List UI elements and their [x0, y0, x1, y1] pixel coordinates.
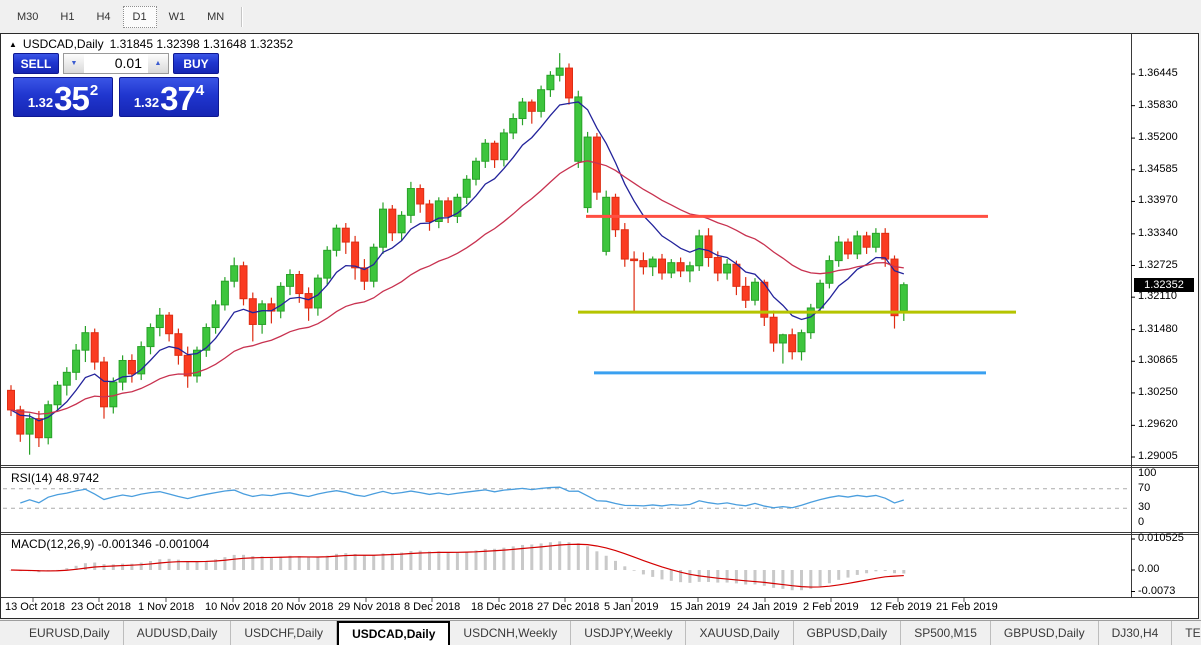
chart-window: ▲ USDCAD,Daily 1.31845 1.32398 1.31648 1…: [0, 33, 1199, 619]
date-axis-label: 24 Jan 2019: [737, 601, 798, 613]
date-axis-label: 21 Feb 2019: [936, 601, 998, 613]
analysis-level-lines: [578, 214, 1016, 375]
chart-tab-usdjpy-weekly[interactable]: USDJPY,Weekly: [571, 621, 687, 645]
trade-price-row: 1.32 35 2 1.32 37 4: [13, 77, 219, 117]
chart-tab-gbpusd-daily[interactable]: GBPUSD,Daily: [991, 621, 1099, 645]
collapse-triangle-icon[interactable]: ▲: [9, 40, 17, 49]
rsi-level-lines: [3, 488, 1129, 509]
price-axis-label: 1.29005: [1138, 450, 1178, 462]
price-axis-ticks: [1131, 73, 1135, 593]
date-axis-label: 2 Feb 2019: [803, 601, 859, 613]
chart-tab-usdcnh-weekly[interactable]: USDCNH,Weekly: [450, 621, 572, 645]
ma-slow-line: [10, 160, 904, 415]
price-axis-label: 1.33340: [1138, 226, 1178, 239]
date-axis-label: 12 Feb 2019: [870, 601, 932, 613]
price-axis-label: 1.30250: [1138, 385, 1178, 398]
date-axis-label: 1 Nov 2018: [138, 601, 195, 613]
lot-size-stepper: ▼ 0.01 ▲: [63, 53, 169, 74]
timeframe-button-H4[interactable]: H4: [86, 6, 120, 28]
chart-ohlc-values: 1.31845 1.32398 1.31648 1.32352: [109, 37, 294, 51]
price-axis-label: 1.35830: [1138, 98, 1178, 111]
chart-tab-audusd-daily[interactable]: AUDUSD,Daily: [124, 621, 232, 645]
chart-tab-gbpusd-daily[interactable]: GBPUSD,Daily: [794, 621, 902, 645]
toolbar-separator: [241, 6, 244, 27]
timeframe-button-H1[interactable]: H1: [50, 6, 84, 28]
chart-tab-sp500-m15[interactable]: SP500,M15: [901, 621, 991, 645]
macd-axis-label: 0.00: [1138, 563, 1160, 575]
buy-price-main: 37: [160, 79, 196, 117]
chart-tab-dj30-h4[interactable]: DJ30,H4: [1099, 621, 1173, 645]
rsi-axis-label: 0: [1138, 516, 1145, 528]
date-axis-label: 10 Nov 2018: [205, 601, 268, 613]
rsi-line: [20, 486, 904, 509]
timeframe-button-W1[interactable]: W1: [159, 6, 196, 28]
price-axis-label: 1.31480: [1138, 322, 1178, 335]
sell-price-main: 35: [54, 79, 90, 117]
buy-price-prefix: 1.32: [133, 95, 160, 110]
date-axis-label: 8 Dec 2018: [404, 601, 461, 613]
trade-controls-row: SELL ▼ 0.01 ▲ BUY: [13, 53, 219, 74]
chart-tab-eurusd-daily[interactable]: EURUSD,Daily: [16, 621, 124, 645]
rsi-axis-label: 70: [1138, 481, 1151, 494]
lot-increase-icon[interactable]: ▲: [148, 54, 168, 73]
chart-tab-xauusd-daily[interactable]: XAUUSD,Daily: [686, 621, 794, 645]
rsi-indicator-label: RSI(14) 48.9742: [11, 471, 100, 485]
date-axis-label: 13 Oct 2018: [5, 601, 65, 613]
macd-axis-label: -0.0073: [1138, 584, 1176, 597]
sell-price-pip: 2: [89, 82, 99, 99]
timeframe-button-MN[interactable]: MN: [197, 6, 234, 28]
pane-separators: [1, 34, 1198, 598]
chart-symbol-label: USDCAD,Daily: [22, 37, 104, 51]
one-click-trading-panel: SELL ▼ 0.01 ▲ BUY 1.32 35 2 1.32 37 4: [13, 53, 219, 117]
ma-fast-line: [10, 101, 905, 422]
date-axis-label: 20 Nov 2018: [271, 601, 334, 613]
timeframe-button-D1[interactable]: D1: [122, 5, 157, 28]
price-axis-label: 1.29620: [1138, 418, 1178, 431]
chart-tab-tech1[interactable]: TECH1: [1172, 621, 1201, 645]
timeframe-toolbar: M30 H1 H4 D1 W1 MN: [0, 0, 1201, 33]
chart-canvas: [1, 34, 1198, 602]
date-axis-label: 23 Oct 2018: [71, 601, 131, 613]
date-axis-label: 29 Nov 2018: [338, 601, 401, 613]
sell-price-button[interactable]: 1.32 35 2: [13, 77, 113, 117]
sell-price-prefix: 1.32: [27, 95, 54, 110]
price-axis-label: 1.36445: [1138, 67, 1178, 79]
price-axis-label: 1.34585: [1138, 162, 1178, 175]
price-axis-label: 1.35200: [1138, 131, 1178, 144]
macd-axis-label: 0.010525: [1138, 531, 1184, 544]
buy-price-button[interactable]: 1.32 37 4: [119, 77, 219, 117]
date-axis-label: 5 Jan 2019: [604, 601, 659, 613]
lot-size-value[interactable]: 0.01: [84, 54, 148, 73]
date-axis-label: 18 Dec 2018: [471, 601, 534, 613]
buy-price-pip: 4: [195, 82, 205, 99]
price-axis-label: 1.32110: [1138, 290, 1177, 303]
chart-tab-bar: EURUSD,Daily AUDUSD,Daily USDCHF,Daily USDC…: [0, 620, 1201, 645]
timeframe-button-M30[interactable]: M30: [7, 6, 48, 28]
date-axis-label: 27 Dec 2018: [537, 601, 600, 613]
buy-button[interactable]: BUY: [173, 53, 219, 74]
sell-button[interactable]: SELL: [13, 53, 59, 74]
rsi-axis-label: 100: [1138, 467, 1157, 479]
lot-decrease-icon[interactable]: ▼: [64, 54, 84, 73]
price-axis-label: 1.30865: [1138, 354, 1178, 367]
chart-title: ▲ USDCAD,Daily 1.31845 1.32398 1.31648 1…: [9, 37, 293, 51]
chart-tab-usdcad-daily[interactable]: USDCAD,Daily: [337, 621, 451, 645]
date-axis-label: 15 Jan 2019: [670, 601, 731, 613]
macd-indicator-label: MACD(12,26,9) -0.001346 -0.001004: [11, 537, 210, 551]
chart-tab-usdchf-daily[interactable]: USDCHF,Daily: [231, 621, 338, 645]
rsi-axis-label: 30: [1138, 501, 1151, 514]
price-axis-label: 1.33970: [1138, 194, 1178, 207]
price-axis-label: 1.32725: [1138, 258, 1178, 271]
